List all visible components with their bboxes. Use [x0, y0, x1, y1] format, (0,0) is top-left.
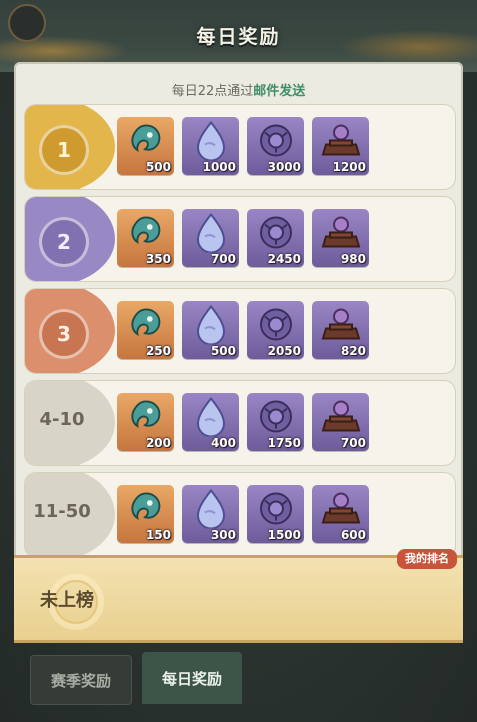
teal-spirit-icon [127, 306, 165, 348]
my-rank-bar: 我的排名 未上榜 [14, 549, 463, 643]
reward-item[interactable]: 820 [312, 301, 369, 359]
reward-item[interactable]: 300 [182, 485, 239, 543]
blue-gem-icon [193, 120, 229, 164]
item-quantity: 1750 [267, 436, 301, 450]
blue-gem-icon [193, 212, 229, 256]
purple-medallion-icon [256, 396, 296, 440]
rank-badge-4: 4-10 [25, 381, 115, 465]
reward-item[interactable]: 1750 [247, 393, 304, 451]
rank-number: 1 [39, 125, 89, 175]
reward-item[interactable]: 980 [312, 209, 369, 267]
item-quantity: 200 [145, 436, 171, 450]
item-quantity: 500 [145, 160, 171, 174]
reward-item[interactable]: 400 [182, 393, 239, 451]
item-quantity: 500 [210, 344, 236, 358]
item-quantity: 2050 [267, 344, 301, 358]
item-quantity: 700 [210, 252, 236, 266]
item-quantity: 600 [340, 528, 366, 542]
reward-items: 500 1000 3000 1200 [117, 117, 369, 177]
blue-gem-icon [193, 396, 229, 440]
mail-notice-highlight: 邮件发送 [253, 84, 306, 99]
item-quantity: 400 [210, 436, 236, 450]
mail-notice-text: 每日22点通过 [171, 84, 254, 99]
reward-row-4: 4-10 200 400 1750 700 [24, 380, 456, 466]
teal-spirit-icon [127, 490, 165, 532]
item-quantity: 3000 [267, 160, 301, 174]
tab-daily-rewards[interactable]: 每日奖励 [142, 652, 242, 704]
pedestal-orb-icon [320, 212, 362, 256]
reward-items: 150 300 1500 600 [117, 485, 369, 545]
teal-spirit-icon [127, 214, 165, 256]
reward-items: 350 700 2450 980 [117, 209, 369, 269]
item-quantity: 300 [210, 528, 236, 542]
item-quantity: 1200 [332, 160, 366, 174]
reward-item[interactable]: 700 [312, 393, 369, 451]
purple-medallion-icon [256, 488, 296, 532]
reward-item[interactable]: 2050 [247, 301, 304, 359]
pedestal-orb-icon [320, 488, 362, 532]
item-quantity: 1000 [202, 160, 236, 174]
tab-season-rewards[interactable]: 赛季奖励 [30, 655, 132, 705]
reward-items: 250 500 2050 820 [117, 301, 369, 361]
pedestal-orb-icon [320, 120, 362, 164]
reward-item[interactable]: 1500 [247, 485, 304, 543]
rank-range: 4-10 [39, 409, 85, 430]
item-quantity: 350 [145, 252, 171, 266]
reward-item[interactable]: 250 [117, 301, 174, 359]
item-quantity: 2450 [267, 252, 301, 266]
reward-row-5: 11-50 150 300 1500 600 [24, 472, 456, 558]
reward-item[interactable]: 350 [117, 209, 174, 267]
reward-item[interactable]: 200 [117, 393, 174, 451]
reward-item[interactable]: 500 [182, 301, 239, 359]
reward-item[interactable]: 3000 [247, 117, 304, 175]
rank-badge-5: 11-50 [25, 473, 115, 557]
reward-item[interactable]: 700 [182, 209, 239, 267]
blue-gem-icon [193, 304, 229, 348]
item-quantity: 150 [145, 528, 171, 542]
reward-item[interactable]: 600 [312, 485, 369, 543]
reward-panel[interactable]: 每日22点通过邮件发送 1 500 1000 3000 1200 2 350 700 24… [14, 62, 463, 582]
rank-number: 3 [39, 309, 89, 359]
page-title: 每日奖励 [196, 26, 281, 48]
mail-notice: 每日22点通过邮件发送 [14, 80, 463, 99]
item-quantity: 250 [145, 344, 171, 358]
blue-gem-icon [193, 488, 229, 532]
rank-badge-3: 3 [25, 289, 115, 373]
reward-item[interactable]: 1000 [182, 117, 239, 175]
item-quantity: 1500 [267, 528, 301, 542]
purple-medallion-icon [256, 120, 296, 164]
reward-item[interactable]: 2450 [247, 209, 304, 267]
rank-number: 2 [39, 217, 89, 267]
teal-spirit-icon [127, 398, 165, 440]
rank-range: 11-50 [33, 501, 91, 522]
item-quantity: 700 [340, 436, 366, 450]
reward-item[interactable]: 150 [117, 485, 174, 543]
reward-row-3: 3 250 500 2050 820 [24, 288, 456, 374]
rank-badge-2: 2 [25, 197, 115, 281]
my-rank-label: 未上榜 [40, 590, 94, 611]
rank-badge-1: 1 [25, 105, 115, 189]
reward-items: 200 400 1750 700 [117, 393, 369, 453]
teal-spirit-icon [127, 122, 165, 164]
purple-medallion-icon [256, 212, 296, 256]
reward-row-1: 1 500 1000 3000 1200 [24, 104, 456, 190]
my-rank-tag: 我的排名 [397, 549, 457, 569]
purple-medallion-icon [256, 304, 296, 348]
pedestal-orb-icon [320, 304, 362, 348]
item-quantity: 980 [340, 252, 366, 266]
game-screen: 每日奖励 每日22点通过邮件发送 1 500 1000 3000 1200 2 350… [0, 0, 477, 722]
pedestal-orb-icon [320, 396, 362, 440]
reward-item[interactable]: 500 [117, 117, 174, 175]
item-quantity: 820 [340, 344, 366, 358]
reward-row-2: 2 350 700 2450 980 [24, 196, 456, 282]
reward-item[interactable]: 1200 [312, 117, 369, 175]
